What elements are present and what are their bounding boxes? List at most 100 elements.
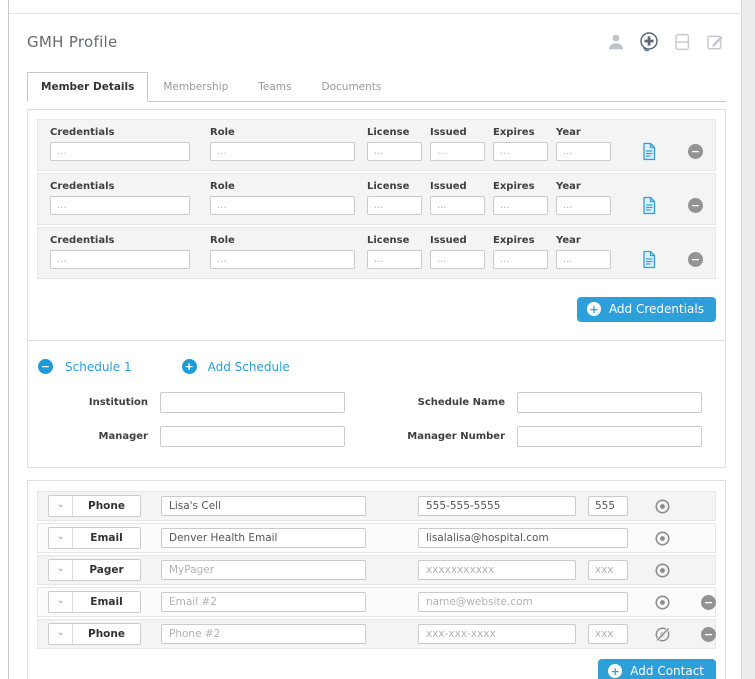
- remove-credential-icon[interactable]: −: [688, 198, 703, 213]
- schedule-title-link[interactable]: Schedule 1: [65, 360, 132, 374]
- compose-icon[interactable]: [704, 31, 726, 53]
- contact-value-input[interactable]: [418, 528, 628, 548]
- expires-input[interactable]: [493, 250, 548, 269]
- role-input[interactable]: [210, 142, 355, 161]
- license-input[interactable]: [367, 250, 422, 269]
- contact-name-input[interactable]: [161, 528, 366, 548]
- tab-bar: Member Details Membership Teams Document…: [27, 72, 726, 102]
- collapse-schedule-icon[interactable]: −: [38, 359, 53, 374]
- expires-input[interactable]: [493, 196, 548, 215]
- contact-type-select[interactable]: ⌄ Phone: [48, 495, 141, 517]
- credentials-input[interactable]: [50, 196, 190, 215]
- remove-credential-icon[interactable]: −: [688, 252, 703, 267]
- license-input[interactable]: [367, 142, 422, 161]
- contact-ext-input[interactable]: [588, 624, 628, 644]
- contact-row: ⌄ Phone −: [37, 619, 716, 649]
- contact-value-input[interactable]: [418, 560, 576, 580]
- visibility-on-icon[interactable]: [654, 594, 671, 611]
- plus-icon: +: [608, 664, 622, 678]
- contact-value-input[interactable]: [418, 592, 628, 612]
- contact-type-select[interactable]: ⌄ Phone: [48, 623, 141, 645]
- tab-documents[interactable]: Documents: [307, 73, 397, 101]
- contact-value-input[interactable]: [418, 624, 576, 644]
- remove-contact-icon[interactable]: −: [701, 627, 716, 642]
- issued-input[interactable]: [430, 250, 485, 269]
- institution-label: Institution: [53, 397, 148, 408]
- manager-number-input[interactable]: [517, 426, 702, 447]
- license-input[interactable]: [367, 196, 422, 215]
- chevron-down-icon: ⌄: [49, 528, 73, 548]
- credentials-input[interactable]: [50, 142, 190, 161]
- visibility-on-icon[interactable]: [654, 498, 671, 515]
- add-contact-button[interactable]: + Add Contact: [598, 659, 716, 679]
- contact-type-select[interactable]: ⌄ Email: [48, 527, 141, 549]
- remove-contact-icon[interactable]: −: [701, 595, 716, 610]
- contact-type-select[interactable]: ⌄ Pager: [48, 559, 141, 581]
- institution-input[interactable]: [160, 392, 345, 413]
- contacts-panel: ⌄ Phone ⌄ Email: [27, 480, 726, 679]
- contact-type-label: Email: [73, 528, 140, 548]
- medical-chat-icon[interactable]: [638, 31, 660, 53]
- page-title: GMH Profile: [27, 29, 118, 51]
- contact-row: ⌄ Email −: [37, 587, 716, 617]
- role-input[interactable]: [210, 250, 355, 269]
- contact-name-input[interactable]: [161, 624, 366, 644]
- contact-value-input[interactable]: [418, 496, 576, 516]
- schedule-header: − Schedule 1 + Add Schedule: [28, 359, 725, 374]
- user-icon[interactable]: [605, 31, 627, 53]
- credential-document-icon[interactable]: [641, 196, 657, 215]
- contact-name-input[interactable]: [161, 560, 366, 580]
- credential-row: Credentials Role License Issued Expires …: [37, 119, 716, 171]
- plus-icon: +: [587, 302, 601, 316]
- add-schedule-icon[interactable]: +: [182, 359, 197, 374]
- add-schedule-link[interactable]: Add Schedule: [208, 360, 290, 374]
- expires-column-label: Expires: [493, 235, 548, 246]
- credentials-input[interactable]: [50, 250, 190, 269]
- credentials-column-label: Credentials: [50, 235, 190, 246]
- tab-membership[interactable]: Membership: [148, 73, 243, 101]
- contact-row: ⌄ Pager: [37, 555, 716, 585]
- visibility-on-icon[interactable]: [654, 530, 671, 547]
- expires-column-label: Expires: [493, 181, 548, 192]
- card-header: GMH Profile: [27, 29, 726, 59]
- manager-label: Manager: [53, 431, 148, 442]
- contact-name-input[interactable]: [161, 592, 366, 612]
- role-column-label: Role: [210, 235, 355, 246]
- add-credentials-button[interactable]: + Add Credentials: [577, 297, 716, 322]
- year-input[interactable]: [556, 196, 611, 215]
- year-column-label: Year: [556, 127, 611, 138]
- license-column-label: License: [367, 181, 422, 192]
- visibility-off-icon[interactable]: [654, 626, 671, 643]
- manager-number-label: Manager Number: [357, 431, 505, 442]
- contact-type-label: Email: [73, 592, 140, 612]
- notebook-icon[interactable]: [671, 31, 693, 53]
- profile-card: GMH Profile: [9, 13, 740, 679]
- tab-member-details[interactable]: Member Details: [27, 72, 148, 102]
- credential-row: Credentials Role License Issued Expires …: [37, 173, 716, 225]
- credential-document-icon[interactable]: [641, 250, 657, 269]
- role-column-label: Role: [210, 181, 355, 192]
- year-input[interactable]: [556, 142, 611, 161]
- issued-input[interactable]: [430, 142, 485, 161]
- year-input[interactable]: [556, 250, 611, 269]
- manager-input[interactable]: [160, 426, 345, 447]
- contact-name-input[interactable]: [161, 496, 366, 516]
- add-contact-label: Add Contact: [630, 664, 704, 678]
- expires-column-label: Expires: [493, 127, 548, 138]
- issued-input[interactable]: [430, 196, 485, 215]
- year-column-label: Year: [556, 181, 611, 192]
- credentials-column-label: Credentials: [50, 181, 190, 192]
- visibility-on-icon[interactable]: [654, 562, 671, 579]
- tab-teams[interactable]: Teams: [243, 73, 306, 101]
- contact-ext-input[interactable]: [588, 496, 628, 516]
- credential-document-icon[interactable]: [641, 142, 657, 161]
- schedule-name-input[interactable]: [517, 392, 702, 413]
- remove-credential-icon[interactable]: −: [688, 144, 703, 159]
- issued-column-label: Issued: [430, 181, 485, 192]
- role-input[interactable]: [210, 196, 355, 215]
- contact-type-select[interactable]: ⌄ Email: [48, 591, 141, 613]
- contact-row: ⌄ Email: [37, 523, 716, 553]
- expires-input[interactable]: [493, 142, 548, 161]
- contact-ext-input[interactable]: [588, 560, 628, 580]
- schedule-form: Institution Schedule Name Manager Manage…: [28, 392, 725, 447]
